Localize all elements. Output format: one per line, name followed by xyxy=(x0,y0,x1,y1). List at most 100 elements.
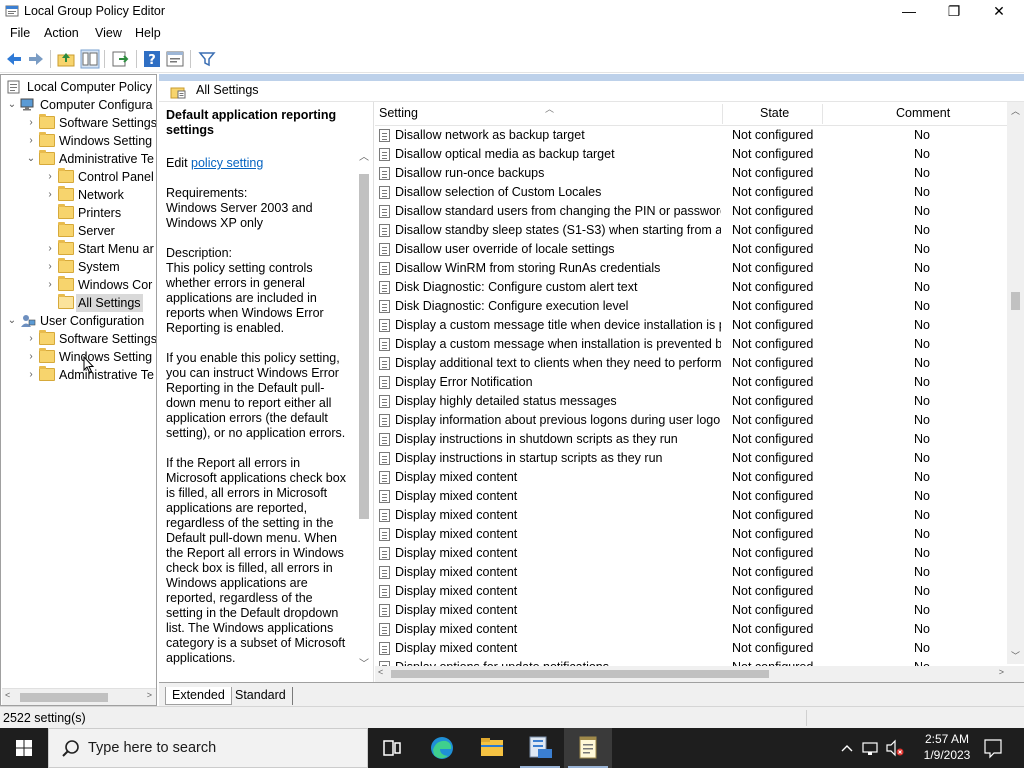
tree-item-user-software-settings[interactable]: › Software Settings xyxy=(26,330,156,348)
taskbar-group-policy-editor[interactable] xyxy=(564,728,612,768)
column-separator[interactable] xyxy=(822,104,823,124)
tree-item-local-computer-policy[interactable]: Local Computer Policy xyxy=(6,78,156,96)
scroll-down-arrow-icon[interactable]: ﹀ xyxy=(359,655,369,670)
chevron-right-icon[interactable]: › xyxy=(26,330,36,348)
list-horizontal-scrollbar[interactable]: < > xyxy=(375,666,1024,682)
table-row[interactable]: Disallow optical media as backup target N… xyxy=(375,145,1007,164)
back-arrow-icon[interactable] xyxy=(4,49,24,69)
table-row[interactable]: Display mixed content Not configured No xyxy=(375,487,1007,506)
chevron-right-icon[interactable]: › xyxy=(45,186,55,204)
scroll-up-arrow-icon[interactable]: ︿ xyxy=(359,148,369,163)
table-row[interactable]: Display mixed content Not configured No xyxy=(375,525,1007,544)
edit-policy-link[interactable]: policy setting xyxy=(191,156,263,170)
tree-item-administrative-templates[interactable]: ⌄ Administrative Te xyxy=(26,150,156,168)
table-row[interactable]: Disallow run-once backups Not configured N… xyxy=(375,164,1007,183)
scroll-thumb[interactable] xyxy=(20,693,108,702)
table-row[interactable]: Disallow user override of locale setting… xyxy=(375,240,1007,259)
tree-item-control-panel[interactable]: › Control Panel xyxy=(45,168,156,186)
clock[interactable]: 2:57 AM 1/9/2023 xyxy=(912,731,982,763)
up-folder-icon[interactable] xyxy=(56,49,76,69)
menu-help[interactable]: Help xyxy=(135,26,161,40)
tab-extended[interactable]: Extended xyxy=(165,687,232,705)
help-icon[interactable]: ? xyxy=(142,49,162,69)
scroll-down-arrow-icon[interactable]: ﹀ xyxy=(1011,649,1020,662)
menu-action[interactable]: Action xyxy=(44,26,79,40)
scroll-up-arrow-icon[interactable]: ︿ xyxy=(1011,104,1020,117)
table-row[interactable]: Display mixed content Not configured No xyxy=(375,601,1007,620)
table-row[interactable]: Display mixed content Not configured No xyxy=(375,468,1007,487)
chevron-down-icon[interactable]: ⌄ xyxy=(26,150,36,168)
tree-item-server[interactable]: Server xyxy=(45,222,156,240)
table-row[interactable]: Disallow network as backup target Not con… xyxy=(375,126,1007,145)
forward-arrow-icon[interactable] xyxy=(26,49,46,69)
table-row[interactable]: Display highly detailed status messages N… xyxy=(375,392,1007,411)
taskbar-search-box[interactable]: Type here to search xyxy=(48,728,368,768)
table-row[interactable]: Display instructions in startup scripts … xyxy=(375,449,1007,468)
column-header-state[interactable]: State xyxy=(760,106,789,120)
table-row[interactable]: Disallow WinRM from storing RunAs creden… xyxy=(375,259,1007,278)
menu-file[interactable]: File xyxy=(10,26,30,40)
show-hidden-icons-chevron-icon[interactable] xyxy=(838,728,856,768)
task-view-icon[interactable] xyxy=(368,728,416,768)
table-row[interactable]: Disk Diagnostic: Configure custom alert … xyxy=(375,278,1007,297)
scroll-right-arrow-icon[interactable]: > xyxy=(147,690,152,700)
scroll-left-arrow-icon[interactable]: < xyxy=(5,690,10,700)
edge-browser-icon[interactable] xyxy=(418,728,466,768)
minimize-button[interactable]: — xyxy=(886,0,932,23)
chevron-right-icon[interactable]: › xyxy=(45,240,55,258)
scroll-right-arrow-icon[interactable]: > xyxy=(999,667,1004,677)
table-row[interactable]: Display instructions in shutdown scripts… xyxy=(375,430,1007,449)
network-icon[interactable] xyxy=(860,728,882,768)
tree-item-start-menu[interactable]: › Start Menu ar xyxy=(45,240,156,258)
table-row[interactable]: Display a custom message when installati… xyxy=(375,335,1007,354)
table-row[interactable]: Disallow selection of Custom Locales Not … xyxy=(375,183,1007,202)
chevron-down-icon[interactable]: ⌄ xyxy=(7,96,17,114)
chevron-right-icon[interactable]: › xyxy=(45,258,55,276)
table-row[interactable]: Disallow standby sleep states (S1-S3) wh… xyxy=(375,221,1007,240)
table-row[interactable]: Disk Diagnostic: Configure execution lev… xyxy=(375,297,1007,316)
scroll-left-arrow-icon[interactable]: < xyxy=(378,667,383,677)
tree-item-windows-settings[interactable]: › Windows Setting xyxy=(26,132,156,150)
tree-item-network[interactable]: › Network xyxy=(45,186,156,204)
chevron-right-icon[interactable]: › xyxy=(26,114,36,132)
list-vertical-scrollbar[interactable]: ︿ ﹀ xyxy=(1007,102,1024,664)
tree-item-system[interactable]: › System xyxy=(45,258,156,276)
tree-horizontal-scrollbar[interactable]: < > xyxy=(2,688,156,705)
windows-start-icon[interactable] xyxy=(0,728,48,768)
export-list-icon[interactable] xyxy=(110,49,130,69)
column-header-setting[interactable]: Setting xyxy=(379,106,418,120)
chevron-right-icon[interactable]: › xyxy=(26,366,36,384)
maximize-button[interactable]: ❐ xyxy=(931,0,977,23)
scroll-thumb[interactable] xyxy=(391,670,769,678)
chevron-down-icon[interactable]: ⌄ xyxy=(7,312,17,330)
tree-item-windows-components[interactable]: › Windows Cor xyxy=(45,276,156,294)
table-row[interactable]: Display Error Notification Not configured… xyxy=(375,373,1007,392)
taskbar-server-manager[interactable] xyxy=(516,728,564,768)
table-row[interactable]: Display information about previous logon… xyxy=(375,411,1007,430)
table-row[interactable]: Display a custom message title when devi… xyxy=(375,316,1007,335)
scroll-thumb[interactable] xyxy=(1011,292,1020,310)
tree-item-user-configuration[interactable]: ⌄ User Configuration xyxy=(7,312,156,330)
tree-item-software-settings[interactable]: › Software Settings xyxy=(26,114,156,132)
tab-standard[interactable]: Standard xyxy=(229,687,293,705)
table-row[interactable]: Display mixed content Not configured No xyxy=(375,582,1007,601)
table-row[interactable]: Display mixed content Not configured No xyxy=(375,563,1007,582)
table-row[interactable]: Display mixed content Not configured No xyxy=(375,639,1007,658)
volume-muted-icon[interactable] xyxy=(884,728,906,768)
description-vertical-scrollbar[interactable]: ︿ ﹀ xyxy=(356,102,373,682)
table-row[interactable]: Display mixed content Not configured No xyxy=(375,506,1007,525)
action-center-icon[interactable] xyxy=(982,728,1004,768)
column-header-comment[interactable]: Comment xyxy=(896,106,950,120)
chevron-right-icon[interactable]: › xyxy=(26,132,36,150)
table-row[interactable]: Display mixed content Not configured No xyxy=(375,620,1007,639)
properties-icon[interactable] xyxy=(165,49,185,69)
table-row[interactable]: Display mixed content Not configured No xyxy=(375,544,1007,563)
column-separator[interactable] xyxy=(722,104,723,124)
chevron-right-icon[interactable]: › xyxy=(26,348,36,366)
tree-item-computer-configuration[interactable]: ⌄ Computer Configura xyxy=(7,96,156,114)
table-row[interactable]: Display additional text to clients when … xyxy=(375,354,1007,373)
filter-icon[interactable] xyxy=(197,49,217,69)
tree-item-printers[interactable]: Printers xyxy=(45,204,156,222)
tree-item-all-settings[interactable]: All Settings xyxy=(45,294,156,312)
scroll-thumb[interactable] xyxy=(359,174,369,519)
